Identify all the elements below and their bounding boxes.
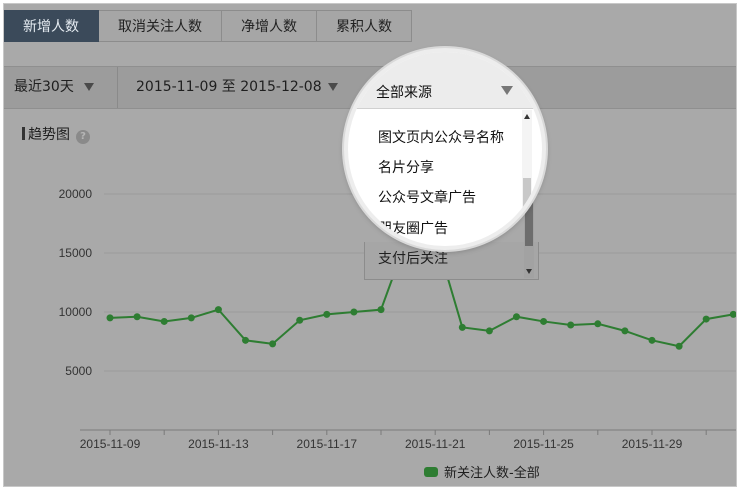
x-tick-label: 2015-11-09 bbox=[80, 437, 141, 451]
dropdown-scrollbar-thumb[interactable] bbox=[523, 178, 531, 238]
data-point[interactable] bbox=[648, 336, 656, 344]
data-point[interactable] bbox=[485, 327, 493, 335]
data-point[interactable] bbox=[133, 313, 141, 321]
data-point[interactable] bbox=[513, 313, 520, 321]
data-point[interactable] bbox=[106, 314, 114, 322]
source-option-moments-ads[interactable]: 朋友圈广告 bbox=[378, 218, 448, 238]
data-point[interactable] bbox=[269, 340, 277, 348]
source-select[interactable]: 全部来源 bbox=[348, 52, 542, 109]
data-point[interactable] bbox=[187, 314, 195, 322]
source-option-article-account-name[interactable]: 图文页内公众号名称 bbox=[378, 127, 504, 147]
y-tick-label: 20000 bbox=[59, 187, 93, 201]
source-select-value: 全部来源 bbox=[376, 85, 432, 101]
data-point[interactable] bbox=[323, 310, 331, 318]
data-point[interactable] bbox=[350, 308, 358, 316]
x-tick-label: 2015-11-25 bbox=[513, 437, 574, 451]
legend-swatch bbox=[424, 467, 438, 477]
data-point[interactable] bbox=[214, 306, 222, 314]
data-point[interactable] bbox=[160, 317, 168, 325]
scroll-up-icon[interactable] bbox=[524, 114, 530, 119]
data-point[interactable] bbox=[458, 323, 466, 331]
x-tick-label: 2015-11-29 bbox=[622, 437, 683, 451]
source-option-card-share[interactable]: 名片分享 bbox=[378, 157, 434, 177]
x-tick-label: 2015-11-13 bbox=[188, 437, 249, 451]
analytics-panel: 新增人数 取消关注人数 净增人数 累积人数 最近30天 2015-11-09 至… bbox=[3, 3, 737, 487]
data-point[interactable] bbox=[729, 310, 737, 318]
chevron-down-icon bbox=[501, 86, 513, 95]
y-tick-label: 10000 bbox=[59, 305, 93, 319]
chart-legend[interactable]: 新关注人数-全部 bbox=[424, 462, 540, 481]
y-tick-label: 15000 bbox=[59, 246, 93, 260]
data-point[interactable] bbox=[594, 320, 602, 328]
data-point[interactable] bbox=[621, 327, 629, 335]
data-point[interactable] bbox=[540, 317, 548, 325]
data-point[interactable] bbox=[242, 336, 249, 344]
source-option-article-ads[interactable]: 公众号文章广告 bbox=[378, 187, 476, 207]
source-option-pay-follow[interactable]: 支付后关注 bbox=[378, 248, 448, 268]
data-point[interactable] bbox=[567, 321, 575, 329]
magnifier-lens: 全部来源 图文页内公众号名称 名片分享 公众号文章广告 朋友圈广告 bbox=[344, 48, 546, 250]
legend-label: 新关注人数-全部 bbox=[444, 466, 540, 481]
y-tick-label: 5000 bbox=[65, 364, 92, 378]
data-point[interactable] bbox=[296, 316, 304, 324]
scroll-down-icon[interactable] bbox=[526, 269, 532, 274]
x-tick-label: 2015-11-17 bbox=[297, 437, 358, 451]
data-point[interactable] bbox=[702, 315, 710, 323]
x-tick-label: 2015-11-21 bbox=[405, 437, 466, 451]
data-point[interactable] bbox=[675, 342, 683, 350]
data-point[interactable] bbox=[377, 306, 385, 314]
